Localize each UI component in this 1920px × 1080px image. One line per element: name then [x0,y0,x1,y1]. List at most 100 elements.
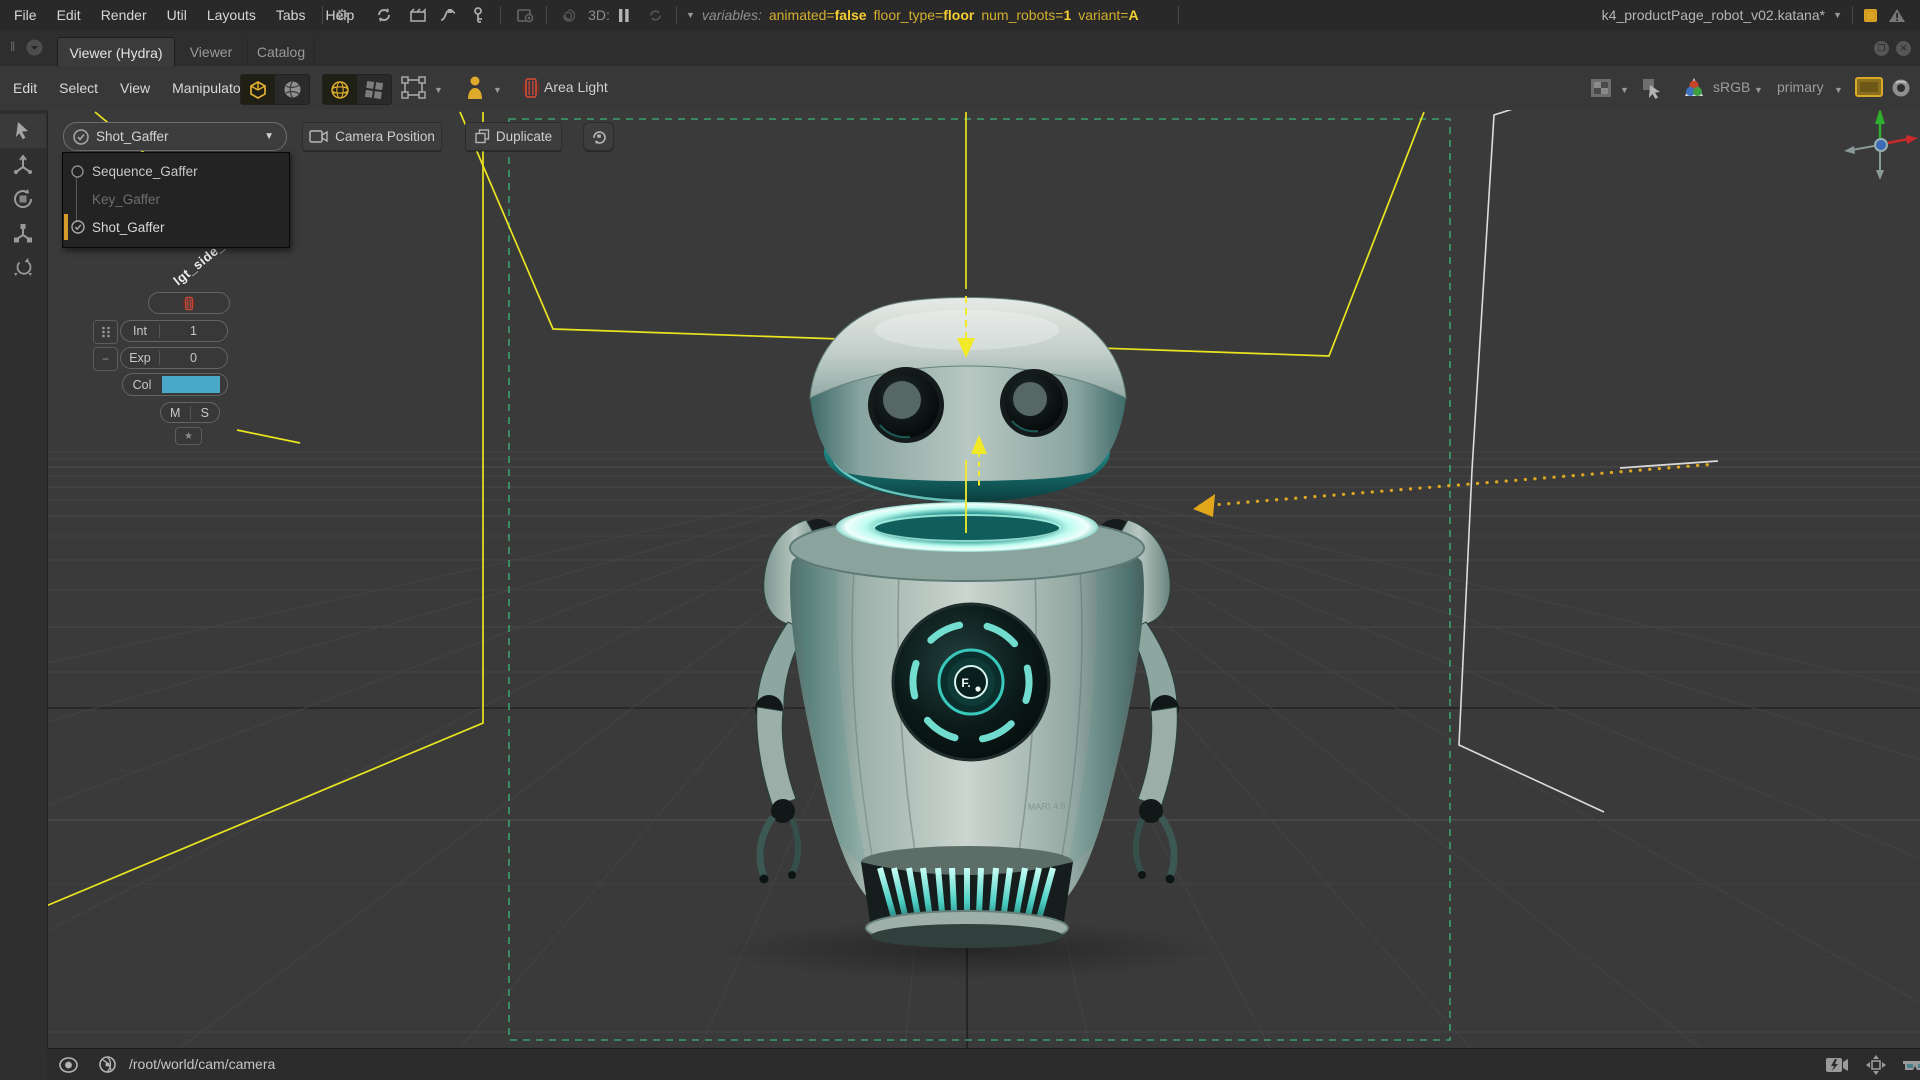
area-light-icon[interactable] [522,77,540,99]
viewer-menu-view[interactable]: View [109,66,161,110]
menubar-separator [1852,6,1853,24]
quad-view-toggle[interactable] [357,75,391,104]
monitor-button[interactable] [1855,77,1883,99]
menu-render[interactable]: Render [91,0,157,30]
variable-token[interactable]: animated=false [769,7,867,23]
colorspace-caret-icon[interactable]: ▼ [1754,85,1763,95]
robot-neck-glow [836,502,1098,552]
color-swatch[interactable] [162,376,220,393]
translate-tool[interactable] [0,148,46,182]
refresh-circle-icon[interactable] [372,0,396,30]
intensity-value[interactable]: 1 [160,324,227,338]
star-favorite-button[interactable]: ★ [175,427,202,445]
eye-preview-icon[interactable] [1890,78,1912,98]
menu-util[interactable]: Util [157,0,197,30]
project-caret-icon[interactable]: ▼ [1833,10,1842,20]
project-filename[interactable]: k4_productPage_robot_v02.katana* [1602,7,1825,23]
tab-viewer-hydra[interactable]: Viewer (Hydra) [57,37,175,67]
flash-render-icon[interactable] [1825,1057,1849,1073]
color-management-icon[interactable] [1682,76,1706,100]
clapperboard-icon[interactable] [406,0,430,30]
menubar-separator [322,6,323,24]
menubar-separator [1178,6,1179,24]
camera-aperture-icon[interactable] [99,1056,116,1073]
pan-view-icon[interactable] [1865,1054,1887,1076]
variable-value: floor [943,7,974,23]
channel-caret-icon[interactable]: ▼ [1834,85,1843,95]
variable-key: animated= [769,7,835,23]
spline-curve-icon[interactable] [436,0,460,30]
environment-globe-toggle[interactable] [275,75,309,104]
viewer-menu-select[interactable]: Select [48,66,109,110]
robot-emblem-letter: F. [961,676,970,690]
sync-icon[interactable] [644,0,666,30]
mode-3d-label: 3D: [584,0,614,30]
color-label: Col [123,378,161,392]
gaffer-select-combo[interactable]: Shot_Gaffer ▼ [63,122,287,151]
film-gear-icon[interactable] [512,0,538,30]
variable-value: false [835,7,867,23]
intensity-field[interactable]: Int 1 [120,320,228,342]
variable-token[interactable]: floor_type=floor [874,7,975,23]
rotate-tool[interactable] [0,182,46,216]
scale-tool[interactable] [0,216,46,250]
collapse-minus-button[interactable]: − [93,347,118,371]
exposure-field[interactable]: Exp 0 [120,347,228,369]
camera-position-button[interactable]: Camera Position [302,122,442,151]
orbit-rotate-around-tool[interactable] [0,250,46,284]
orbit-light-button[interactable] [583,122,614,151]
geometry-cube-toggle[interactable] [241,75,275,104]
key-icon[interactable] [466,0,490,30]
swirl-icon [556,0,580,30]
camera-path-field[interactable]: /root/world/cam/camera [129,1056,275,1072]
colorspace-select[interactable]: sRGB [1713,79,1750,95]
camera-caret-icon[interactable]: ▼ [493,85,502,95]
look-through-eye-icon[interactable] [59,1057,78,1073]
variables-bar[interactable]: ▼ variables: animated=false floor_type=f… [686,0,1139,30]
light-type-pill[interactable] [148,292,230,314]
duplicate-button[interactable]: Duplicate [465,122,562,151]
background-checker-button[interactable] [1590,78,1612,98]
robot-skirt [861,846,1073,948]
solo-button[interactable]: S [191,406,220,420]
gaffer-option-sequence[interactable]: Sequence_Gaffer [63,157,289,185]
variable-token[interactable]: variant=A [1078,7,1138,23]
menu-file[interactable]: File [4,0,47,30]
gaffer-option-key[interactable]: Key_Gaffer [63,185,289,213]
manipulator-dock [0,110,48,1080]
robot-chest-emblem: F. [893,604,1049,760]
robot-engraving: MARI 4.6 [1028,801,1066,812]
viewer-menu-edit[interactable]: Edit [2,66,48,110]
wireframe-sphere-toggle[interactable] [323,75,357,104]
stereo-glasses-icon[interactable] [1901,1056,1920,1073]
menu-tabs[interactable]: Tabs [266,0,316,30]
marquee-caret-icon[interactable]: ▼ [434,85,443,95]
snapping-cursor-icon[interactable] [1641,77,1665,101]
variable-token[interactable]: num_robots=1 [981,7,1071,23]
gaffer-option-shot[interactable]: Shot_Gaffer [63,213,289,241]
pause-icon[interactable] [614,0,634,30]
menu-edit[interactable]: Edit [47,0,91,30]
background-caret-icon[interactable]: ▼ [1620,85,1629,95]
pane-drag-handle[interactable]: ‖ [10,39,15,54]
settings-gear-icon[interactable]: ⚙ [330,0,354,30]
channel-select[interactable]: primary [1777,79,1824,95]
tab-viewer[interactable]: Viewer [183,38,239,65]
select-tool[interactable] [0,114,46,148]
mute-button[interactable]: M [161,406,191,420]
color-field[interactable]: Col [122,373,228,396]
close-pane-button[interactable]: ✕ [1896,41,1911,56]
warning-triangle-icon[interactable] [1888,8,1906,23]
float-pane-button[interactable]: ❐ [1874,41,1889,56]
pane-menu-button[interactable] [26,39,43,56]
menu-layouts[interactable]: Layouts [197,0,266,30]
camera-person-tool[interactable] [464,75,486,100]
exposure-value[interactable]: 0 [160,351,227,365]
tab-catalog[interactable]: Catalog [247,38,315,65]
duplicate-label: Duplicate [496,129,552,144]
variables-caret-icon[interactable]: ▼ [686,10,695,20]
drag-dots-handle[interactable] [93,320,118,344]
marquee-select-tool[interactable] [400,76,428,100]
viewport-3d[interactable]: MARI 4.6 [0,110,1920,1048]
render-status-icon[interactable] [1863,8,1878,23]
